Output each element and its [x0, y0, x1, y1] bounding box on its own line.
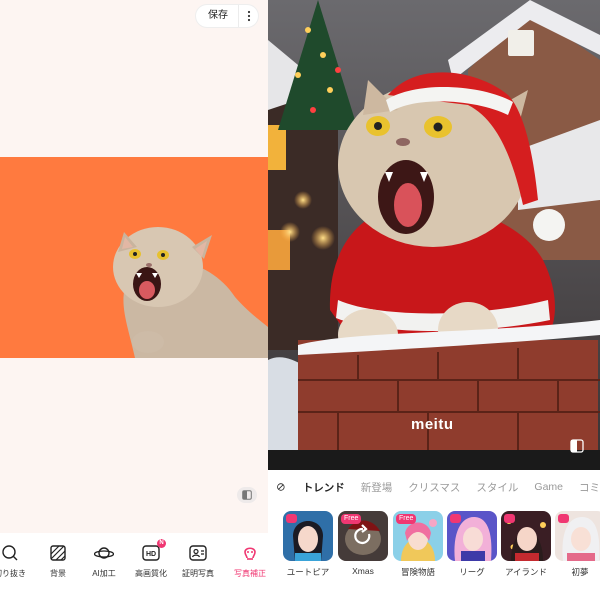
result-photo[interactable]: meitu	[268, 0, 600, 450]
tool-hd[interactable]: HD N 高画質化	[127, 533, 175, 600]
id-photo-icon	[188, 543, 208, 563]
free-badge: Free	[341, 514, 362, 524]
tool-label: AI加工	[92, 569, 116, 578]
style-item-utopia[interactable]: ユートピア	[283, 511, 333, 578]
new-badge: N	[157, 539, 166, 548]
tab-game[interactable]: Game	[534, 481, 563, 493]
tab-style[interactable]: スタイル	[476, 480, 518, 495]
tool-label: 証明写真	[182, 569, 214, 578]
cutout-cat-image	[113, 227, 268, 358]
svg-text:HD: HD	[146, 551, 156, 558]
more-vertical-icon	[247, 10, 250, 22]
premium-badge	[450, 514, 461, 523]
premium-badge	[558, 514, 569, 523]
tab-new[interactable]: 新登場	[361, 480, 393, 495]
tool-background[interactable]: 背景	[34, 533, 82, 600]
style-thumbnail	[555, 511, 600, 561]
style-item-xmas[interactable]: Free Xmas	[338, 511, 388, 576]
style-label: リーグ	[459, 567, 485, 577]
style-thumbnail	[501, 511, 551, 561]
premium-badge	[504, 514, 515, 523]
tool-ai[interactable]: AI加工	[80, 533, 128, 600]
free-badge: Free	[396, 514, 417, 524]
more-options-button[interactable]	[238, 5, 258, 27]
hd-icon: HD N	[141, 539, 166, 563]
tab-trend[interactable]: トレンド	[303, 480, 345, 495]
premium-badge	[286, 514, 297, 523]
save-pill: 保存	[196, 5, 258, 27]
tool-label: 切り抜き	[0, 569, 26, 578]
compare-icon	[242, 490, 252, 500]
tab-comic[interactable]: コミ	[579, 480, 600, 495]
tab-christmas[interactable]: クリスマス	[408, 480, 460, 495]
style-list: ユートピア Free Xmas Free 冒険物語 リーグ アイランド 初夢	[268, 508, 600, 578]
tool-id-photo[interactable]: 証明写真	[174, 533, 222, 600]
tool-retouch[interactable]: 写真補正	[226, 533, 268, 600]
style-item-island[interactable]: アイランド	[501, 511, 551, 578]
style-item-adventure[interactable]: Free 冒険物語	[393, 511, 443, 578]
style-label: Xmas	[352, 566, 374, 576]
retouch-icon	[240, 543, 260, 563]
style-label: 初夢	[571, 567, 589, 577]
compare-button[interactable]	[237, 487, 257, 503]
style-item-league[interactable]: リーグ	[447, 511, 497, 578]
style-thumbnail: Free	[338, 511, 388, 561]
style-thumbnail: Free	[393, 511, 443, 561]
style-panel: meitu トレンド 新登場 クリスマス スタイル Game コミ ユートピア …	[268, 0, 600, 600]
edit-toolbar: 切り抜き 背景 AI加工 HD N 高画質化	[0, 533, 268, 600]
tool-cutout[interactable]: 切り抜き	[0, 533, 34, 600]
style-label: ユートピア	[286, 567, 330, 577]
tool-label: 高画質化	[135, 569, 167, 578]
compare-icon[interactable]	[570, 439, 584, 453]
cutout-icon	[0, 543, 20, 563]
editor-panel: 保存 り抜き 背景 AI加工 HD N 高画質化 証明写真 写真補正	[0, 0, 268, 600]
tool-label: 背景	[50, 569, 66, 578]
style-thumbnail	[447, 511, 497, 561]
style-label: 冒険物語	[400, 567, 435, 577]
santa-cat-image	[268, 0, 600, 450]
style-label: アイランド	[504, 567, 548, 577]
photo-bottom-bar	[268, 450, 600, 470]
cutout-canvas[interactable]	[0, 157, 268, 358]
tool-label: 写真補正	[234, 569, 266, 578]
no-effect-icon[interactable]	[277, 480, 285, 494]
style-item-hatsuyume[interactable]: 初夢	[555, 511, 600, 578]
meitu-watermark: meitu	[411, 416, 454, 433]
style-category-tabs: トレンド 新登場 クリスマス スタイル Game コミ	[268, 470, 600, 504]
background-icon	[48, 543, 68, 563]
ai-planet-icon	[94, 543, 114, 563]
style-thumbnail	[283, 511, 333, 561]
save-button[interactable]: 保存	[196, 5, 238, 27]
